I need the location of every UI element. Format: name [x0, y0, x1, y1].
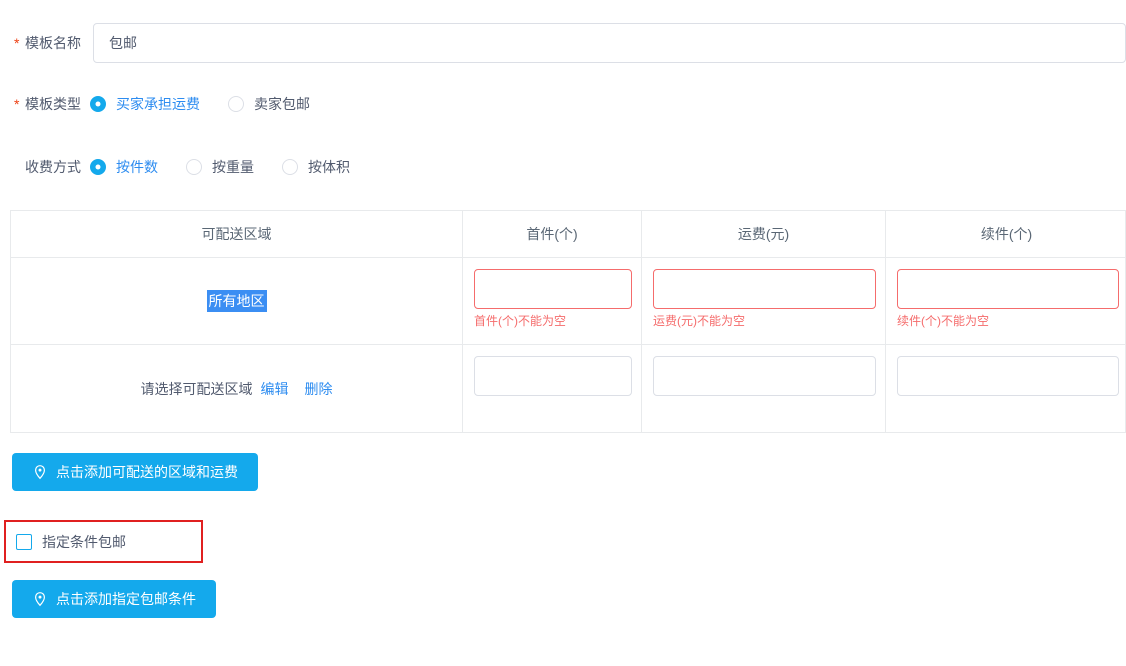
radio-by-piece-label[interactable]: 按件数 — [116, 159, 158, 175]
additional-item-cell-row2 — [886, 345, 1126, 432]
template-type-label: *模板类型 — [14, 94, 90, 114]
shipping-fee-cell-row2 — [642, 345, 886, 432]
location-pin-icon — [32, 591, 48, 607]
delete-region-link[interactable]: 删除 — [305, 379, 333, 399]
radio-by-volume-label[interactable]: 按体积 — [308, 159, 350, 175]
additional-item-input-row2[interactable] — [897, 356, 1119, 396]
additional-item-input-row1[interactable] — [897, 269, 1119, 309]
first-item-cell-row1: 首件(个)不能为空 — [463, 258, 642, 345]
additional-item-error: 续件(个)不能为空 — [897, 313, 1126, 329]
all-regions-label: 所有地区 — [207, 290, 267, 312]
header-delivery-region: 可配送区域 — [11, 211, 463, 258]
radio-seller-free-icon[interactable] — [228, 96, 244, 112]
shipping-fee-table: 可配送区域 首件(个) 运费(元) 续件(个) 所有地区 首件(个)不能为空 运… — [10, 210, 1126, 433]
template-name-input[interactable] — [93, 23, 1126, 63]
charge-method-row: *收费方式 按件数 按重量 按体积 — [14, 159, 378, 175]
shipping-fee-input-row2[interactable] — [653, 356, 876, 396]
add-region-button-label: 点击添加可配送的区域和运费 — [56, 462, 238, 482]
charge-method-label-text: 收费方式 — [25, 159, 81, 175]
conditional-free-shipping-label[interactable]: 指定条件包邮 — [42, 532, 126, 552]
add-condition-button-label: 点击添加指定包邮条件 — [56, 589, 196, 609]
header-first-item: 首件(个) — [463, 211, 642, 258]
template-type-row: *模板类型 买家承担运费 卖家包邮 — [14, 96, 338, 112]
shipping-template-form: *模板名称 *模板类型 买家承担运费 卖家包邮 *收费方式 按件数 按重量 按体… — [0, 0, 1126, 666]
radio-option-by-volume[interactable]: 按体积 — [282, 159, 350, 175]
required-mark: * — [14, 96, 25, 112]
conditional-free-shipping-checkbox[interactable] — [16, 534, 32, 550]
add-condition-button[interactable]: 点击添加指定包邮条件 — [12, 580, 216, 618]
custom-region-placeholder-text: 请选择可配送区域 — [141, 379, 253, 399]
table-row-custom-region-cell: 请选择可配送区域 编辑 删除 — [11, 345, 463, 432]
shipping-fee-error: 运费(元)不能为空 — [653, 313, 885, 329]
first-item-input-row1[interactable] — [474, 269, 632, 309]
location-pin-icon — [32, 464, 48, 480]
radio-by-weight-icon[interactable] — [186, 159, 202, 175]
radio-by-piece-icon[interactable] — [90, 159, 106, 175]
add-region-button[interactable]: 点击添加可配送的区域和运费 — [12, 453, 258, 491]
first-item-error: 首件(个)不能为空 — [474, 313, 641, 329]
radio-buyer-pays-icon[interactable] — [90, 96, 106, 112]
conditional-free-shipping-box: 指定条件包邮 — [4, 520, 203, 563]
first-item-input-row2[interactable] — [474, 356, 632, 396]
charge-method-label: *收费方式 — [14, 157, 90, 177]
radio-option-buyer-pays[interactable]: 买家承担运费 — [90, 96, 200, 112]
header-shipping-fee: 运费(元) — [642, 211, 886, 258]
first-item-cell-row2 — [463, 345, 642, 432]
table-row-all-regions-cell: 所有地区 — [11, 258, 463, 345]
radio-buyer-pays-label[interactable]: 买家承担运费 — [116, 96, 200, 112]
radio-by-weight-label[interactable]: 按重量 — [212, 159, 254, 175]
template-name-label: *模板名称 — [14, 33, 90, 53]
header-additional-item: 续件(个) — [886, 211, 1126, 258]
required-mark: * — [14, 35, 25, 51]
shipping-fee-cell-row1: 运费(元)不能为空 — [642, 258, 886, 345]
radio-option-by-piece[interactable]: 按件数 — [90, 159, 158, 175]
radio-option-seller-free[interactable]: 卖家包邮 — [228, 96, 310, 112]
radio-option-by-weight[interactable]: 按重量 — [186, 159, 254, 175]
shipping-fee-input-row1[interactable] — [653, 269, 876, 309]
additional-item-cell-row1: 续件(个)不能为空 — [886, 258, 1126, 345]
template-name-row: *模板名称 — [14, 23, 90, 63]
template-type-label-text: 模板类型 — [25, 96, 81, 112]
radio-by-volume-icon[interactable] — [282, 159, 298, 175]
edit-region-link[interactable]: 编辑 — [261, 379, 289, 399]
radio-seller-free-label[interactable]: 卖家包邮 — [254, 96, 310, 112]
template-name-label-text: 模板名称 — [25, 35, 81, 51]
